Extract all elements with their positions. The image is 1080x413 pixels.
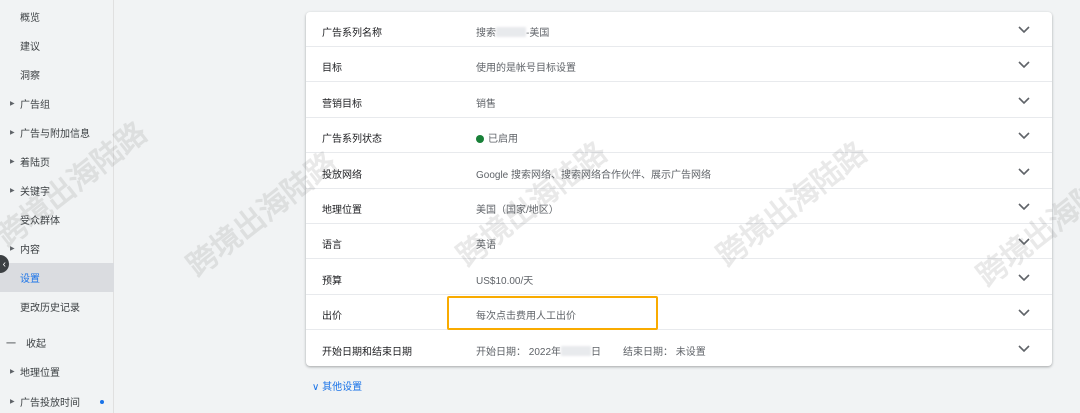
setting-label: 目标 (322, 63, 342, 75)
sidebar-item[interactable]: 更改历史记录 (0, 292, 114, 321)
sidebar-item-label: 关键字 (20, 187, 50, 198)
value-text: Google 搜索网络、搜索网络合作伙伴、展示广告网络 (476, 169, 712, 181)
chevron-down-icon[interactable] (1016, 127, 1032, 143)
chevron-down-icon[interactable] (1016, 269, 1032, 285)
setting-label: 语言 (322, 240, 342, 252)
setting-row[interactable]: 语言 英语 (306, 224, 1052, 260)
sidebar-item[interactable]: ▶ 关键字 (0, 176, 114, 205)
setting-row[interactable]: 广告系列名称 搜索 -美国 (306, 12, 1052, 47)
expand-arrow-icon: ▶ (10, 188, 15, 194)
setting-value: 开始日期： 2022年 日 结束日期： 未设置 (476, 343, 706, 358)
sidebar-item-label: 地理位置 (20, 368, 60, 379)
sidebar-item[interactable]: 设置 (0, 263, 114, 292)
setting-row[interactable]: 地理位置 美国（国家/地区） (306, 189, 1052, 224)
sidebar-item[interactable]: 概览 (0, 2, 114, 31)
setting-row[interactable]: 开始日期和结束日期 开始日期： 2022年 日 结束日期： 未设置 (306, 331, 1052, 366)
expand-arrow-icon: ▶ (10, 399, 15, 405)
sidebar-item[interactable]: ▶ 着陆页 (0, 147, 114, 176)
setting-value: 搜索 -美国 (476, 24, 549, 39)
sidebar-item-label: 着陆页 (20, 158, 50, 169)
setting-row[interactable]: 预算 US$10.00/天 (306, 260, 1052, 295)
chevron-left-icon: ‹ (2, 258, 6, 270)
setting-label: 广告系列状态 (322, 134, 382, 146)
sidebar-item[interactable]: 洞察 (0, 60, 114, 89)
value-prefix: 搜索 (476, 28, 496, 39)
setting-value: Google 搜索网络、搜索网络合作伙伴、展示广告网络 (476, 166, 711, 181)
setting-value: 使用的是帐号目标设置 (476, 59, 576, 74)
value-suffix: 日 (591, 346, 602, 358)
chevron-down-icon[interactable] (1016, 21, 1032, 37)
chevron-down-icon[interactable] (1016, 163, 1032, 179)
setting-label: 出价 (322, 311, 342, 323)
sidebar-item[interactable]: 受众群体 (0, 205, 114, 234)
sidebar-item-label: 更改历史记录 (20, 303, 80, 314)
end-date-value: 结束日期： 未设置 (623, 346, 706, 358)
setting-label: 投放网络 (322, 169, 362, 181)
sidebar-item-label: 广告与附加信息 (20, 129, 90, 140)
expand-arrow-icon: ▶ (10, 159, 15, 165)
sidebar-item-label: 内容 (20, 245, 40, 256)
status-enabled-icon (476, 135, 484, 144)
setting-value: 销售 (476, 95, 496, 110)
expand-arrow-icon: ▶ (10, 101, 15, 107)
sidebar-item[interactable]: ▶ 地理位置 (0, 357, 114, 386)
value-text: 英语 (476, 240, 496, 252)
campaign-settings-card: 广告系列名称 搜索 -美国目标 使用的是帐号目标设置营销目标 销售广告系列状态 已启用投放… (306, 12, 1052, 366)
chevron-down-icon[interactable] (1016, 233, 1032, 249)
setting-row[interactable]: 投放网络 Google 搜索网络、搜索网络合作伙伴、展示广告网络 (306, 154, 1052, 189)
setting-row[interactable]: 广告系列状态 已启用 (306, 118, 1052, 154)
setting-value: 美国（国家/地区） (476, 201, 559, 216)
setting-label: 预算 (322, 275, 342, 287)
setting-row[interactable]: 目标 使用的是帐号目标设置 (306, 47, 1052, 83)
value-prefix: 开始日期： 2022年 (476, 346, 562, 358)
expand-arrow-icon: ▶ (10, 246, 15, 252)
sidebar-item[interactable]: ▶ 广告与附加信息 (0, 118, 114, 147)
value-text: 使用的是帐号目标设置 (476, 63, 576, 75)
chevron-down-icon: ∨ (312, 382, 320, 393)
collapse-icon: 一 (6, 339, 16, 350)
value-text: 美国（国家/地区） (476, 205, 559, 216)
sidebar-item-label: 受众群体 (20, 216, 60, 227)
setting-label: 开始日期和结束日期 (322, 346, 412, 358)
chevron-down-icon[interactable] (1016, 92, 1032, 108)
redacted-text (496, 27, 526, 37)
setting-label: 地理位置 (322, 205, 362, 216)
setting-row[interactable]: 出价 每次点击费用人工出价 (306, 295, 1052, 331)
sidebar-item[interactable]: 一收起 (0, 328, 114, 357)
sidebar-item[interactable]: ▶ 广告组 (0, 89, 114, 118)
sidebar-item-label: 广告组 (20, 100, 50, 111)
sidebar-nav: 概览建议洞察 ▶ 广告组 ▶ 广告与附加信息 ▶ 着陆页 ▶ 关键字受众群体 ▶ 内容设置更改历史记… (0, 0, 114, 413)
sidebar-item-label: 建议 (20, 42, 40, 53)
setting-label: 营销目标 (322, 98, 362, 110)
sidebar-item-label: 设置 (20, 274, 40, 285)
more-settings-link[interactable]: ∨ 其他设置 (312, 378, 362, 393)
value-text: 已启用 (488, 134, 518, 146)
bid-highlight-box (447, 296, 658, 330)
setting-row[interactable]: 营销目标 销售 (306, 83, 1052, 118)
setting-value: 已启用 (476, 130, 518, 145)
expand-arrow-icon: ▶ (10, 130, 15, 136)
chevron-down-icon[interactable] (1016, 198, 1032, 214)
value-text: 销售 (476, 98, 496, 110)
chevron-down-icon[interactable] (1016, 56, 1032, 72)
sidebar-item[interactable]: ▶ 广告投放时间 (0, 387, 114, 413)
sidebar-item-label: 收起 (26, 339, 46, 350)
redacted-text (561, 345, 592, 356)
chevron-down-icon[interactable] (1016, 304, 1032, 320)
sidebar-item-label: 概览 (20, 13, 40, 24)
chevron-down-icon[interactable] (1016, 340, 1032, 356)
more-settings-label: 其他设置 (322, 382, 363, 393)
setting-value: US$10.00/天 (476, 272, 533, 287)
sidebar-item-label: 洞察 (20, 71, 40, 82)
value-text: US$10.00/天 (476, 275, 534, 287)
setting-value: 英语 (476, 236, 496, 251)
sidebar-item[interactable]: ▶ 内容 (0, 234, 114, 263)
sidebar-item-label: 广告投放时间 (20, 398, 80, 409)
notification-dot (100, 399, 104, 404)
value-suffix: -美国 (526, 28, 550, 39)
expand-arrow-icon: ▶ (10, 369, 15, 375)
sidebar-item[interactable]: 建议 (0, 31, 114, 60)
setting-label: 广告系列名称 (322, 28, 382, 39)
